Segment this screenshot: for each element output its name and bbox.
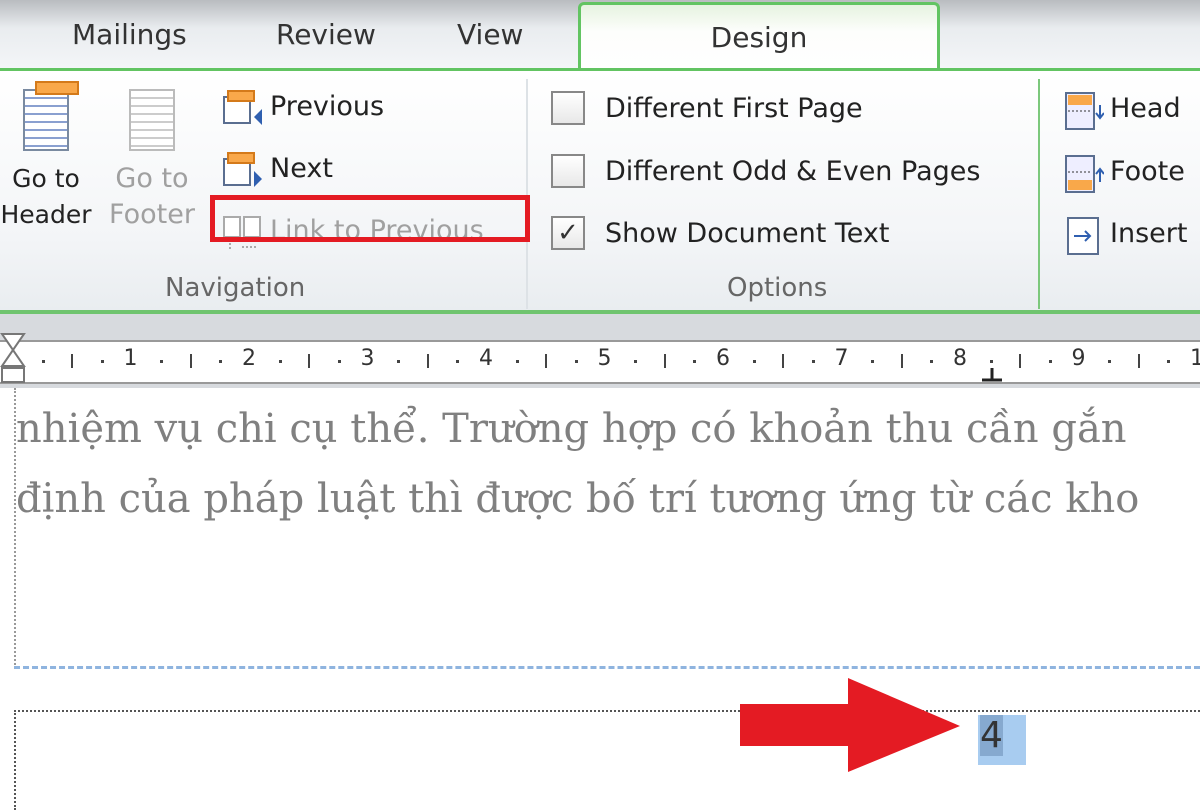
page-number-text: 4	[980, 715, 1003, 756]
tab-review[interactable]: Review	[276, 18, 376, 51]
ruler-dot	[574, 360, 578, 363]
ruler-tick	[1019, 354, 1022, 368]
ruler-dot	[1167, 360, 1171, 363]
ruler-tick	[1137, 354, 1140, 368]
highlight-box	[210, 195, 530, 242]
ruler-dot	[278, 360, 282, 363]
ruler-dot	[871, 360, 875, 363]
tab-design[interactable]: Design	[578, 2, 940, 72]
group-separator	[526, 79, 528, 309]
go-to-header-button[interactable]: Go to Header	[0, 81, 96, 233]
footer-doc-icon	[129, 89, 175, 151]
ruler-tick	[189, 354, 192, 368]
tab-view[interactable]: View	[457, 18, 523, 51]
insert-alignment-tab-button[interactable]: Insert	[1064, 216, 1188, 255]
ruler-number: 8	[953, 346, 967, 371]
red-arrow-icon	[740, 678, 960, 772]
horizontal-ruler[interactable]: 1 2 3 4 5 6 7 8 9 10	[0, 333, 1200, 384]
alignment-tab-icon	[1064, 216, 1102, 255]
ruler-number: 10	[1190, 346, 1200, 371]
ruler-dot	[337, 360, 341, 363]
ruler-dot	[1048, 360, 1052, 363]
checkbox-checked-icon: ✓	[551, 216, 585, 250]
ruler-dot	[989, 360, 993, 363]
footer-from-bottom-button[interactable]: Foote	[1064, 154, 1185, 193]
footer-position-icon	[1064, 154, 1105, 193]
ruler-dot	[693, 360, 697, 363]
ruler-number: 6	[716, 346, 730, 371]
go-to-footer-line1: Go to	[115, 163, 189, 194]
ruler-number: 4	[479, 346, 493, 371]
header-from-top-button[interactable]: Head	[1064, 91, 1181, 130]
show-document-text-label: Show Document Text	[605, 217, 890, 249]
ruler-tick	[426, 354, 429, 368]
go-to-footer-button[interactable]: Go to Footer	[98, 89, 206, 233]
next-section-icon	[222, 151, 262, 187]
ruler-tick	[663, 354, 666, 368]
next-label: Next	[270, 152, 333, 184]
tab-mailings[interactable]: Mailings	[72, 18, 187, 51]
go-to-footer-line2: Footer	[109, 199, 195, 230]
navigation-group-label: Navigation	[165, 273, 306, 303]
previous-label: Previous	[270, 90, 385, 122]
ruler-number: 7	[834, 346, 849, 371]
ruler-dot	[219, 360, 223, 363]
ruler-dot	[515, 360, 519, 363]
ruler-dot	[456, 360, 460, 363]
ruler-tick	[545, 354, 548, 368]
ruler-dot	[41, 360, 45, 363]
show-document-text-checkbox[interactable]: ✓ Show Document Text	[551, 216, 890, 250]
group-separator	[1038, 79, 1040, 309]
header-position-icon	[1064, 91, 1105, 130]
next-button[interactable]: Next	[222, 151, 333, 187]
ruler-dot	[930, 360, 934, 363]
header-position-label: Head	[1110, 92, 1181, 124]
ruler-dot	[752, 360, 756, 363]
previous-section-icon	[222, 89, 262, 125]
go-to-header-line1: Go to	[12, 164, 80, 193]
ruler-dot	[100, 360, 104, 363]
ruler-dot	[811, 360, 815, 363]
ruler-tick	[71, 354, 74, 368]
different-first-page-label: Different First Page	[605, 92, 863, 124]
insert-label: Insert	[1110, 217, 1188, 249]
ruler-dot	[160, 360, 164, 363]
ribbon-tab-strip: Mailings Review View Design	[0, 0, 1200, 72]
ruler-number: 2	[242, 346, 256, 371]
ruler-tick	[900, 354, 903, 368]
footer-position-label: Foote	[1110, 155, 1185, 187]
ruler-dot	[397, 360, 401, 363]
ruler-number: 9	[1071, 346, 1086, 371]
ruler-number: 1	[123, 346, 138, 371]
tab-stop-icon[interactable]	[980, 366, 1004, 384]
body-text-line: định của pháp luật thì được bố trí tương…	[16, 476, 1140, 522]
previous-button[interactable]: Previous	[222, 89, 385, 125]
go-to-header-line2: Header	[0, 200, 92, 229]
different-odd-even-label: Different Odd & Even Pages	[605, 155, 981, 187]
ruler-tick	[308, 354, 311, 368]
ruler-tick	[782, 354, 785, 368]
ruler-number: 5	[597, 346, 612, 371]
ribbon: Go to Header Go to Footer Previous Next …	[0, 68, 1200, 314]
indent-marker-icon[interactable]	[0, 332, 26, 390]
checkbox-unchecked-icon	[551, 91, 585, 125]
header-footer-separator	[14, 666, 1200, 669]
different-odd-even-checkbox[interactable]: Different Odd & Even Pages	[551, 154, 980, 188]
ruler-number: 3	[360, 346, 375, 371]
options-group-label: Options	[727, 273, 828, 303]
footer-page-number[interactable]: 4	[978, 715, 1026, 765]
document-page[interactable]: nhiệm vụ chi cụ thể. Trường hợp có khoản…	[0, 388, 1200, 810]
ruler-dot	[634, 360, 638, 363]
different-first-page-checkbox[interactable]: Different First Page	[551, 91, 863, 125]
body-text-line: nhiệm vụ chi cụ thể. Trường hợp có khoản…	[16, 406, 1127, 452]
checkbox-unchecked-icon	[551, 154, 585, 188]
ruler-dot	[1108, 360, 1112, 363]
header-doc-icon	[23, 81, 79, 151]
